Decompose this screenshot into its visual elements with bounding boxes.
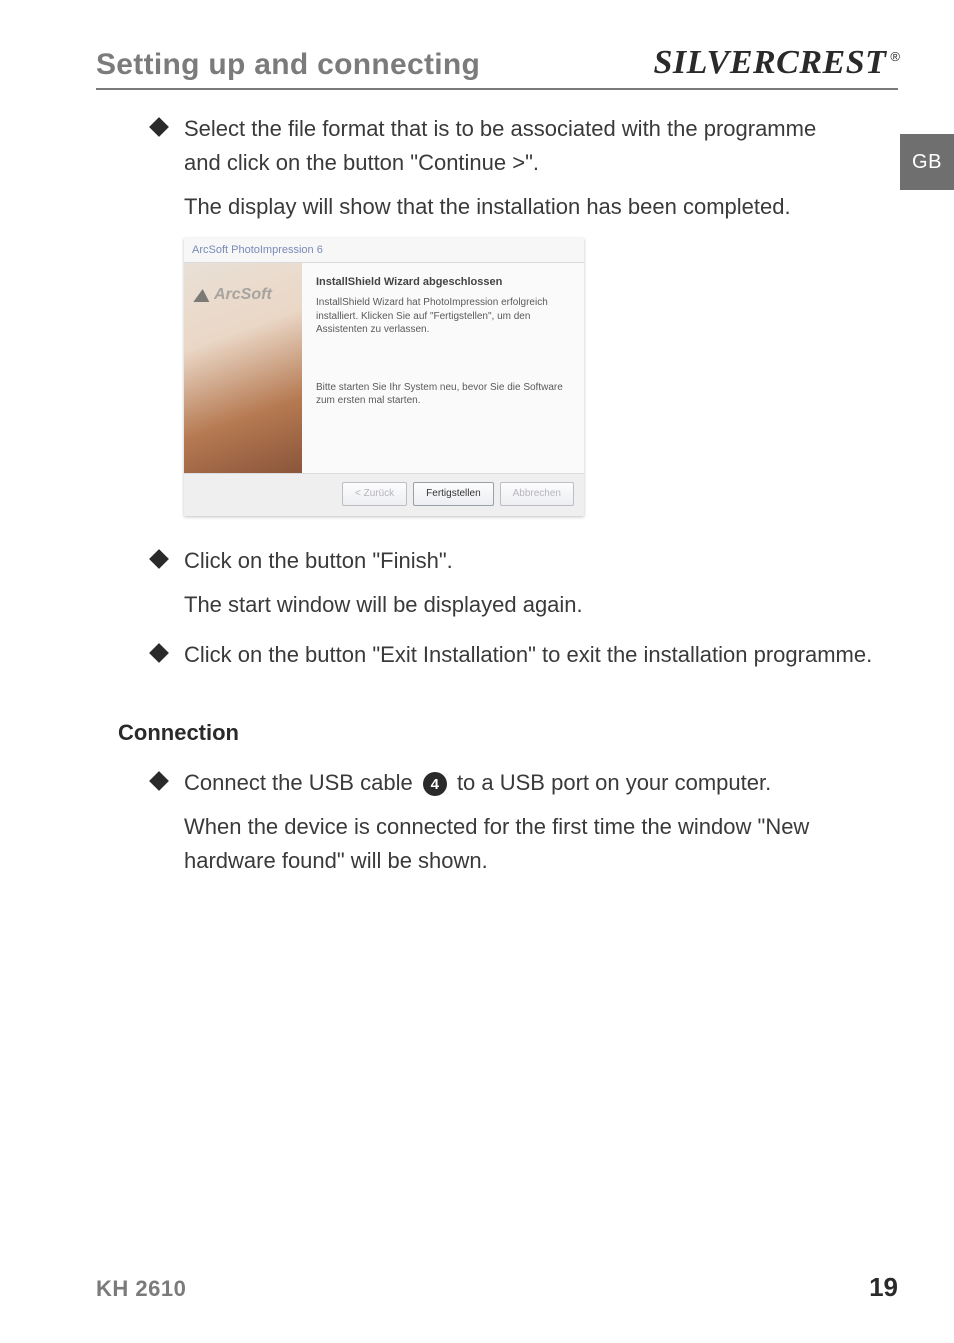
page-header: Setting up and connecting SILVERCREST ® [96,44,898,90]
bullet-item: Connect the USB cable 4 to a USB port on… [96,766,898,800]
followup-text: The display will show that the installat… [96,190,856,224]
followup-text: When the device is connected for the fir… [96,810,856,878]
diamond-bullet-icon [149,771,169,791]
subsection-heading: Connection [96,716,898,750]
text-line: Select the file format that is to be ass… [184,116,816,141]
text-segment: Connect the USB cable [184,770,419,795]
arcsoft-logo-text: ArcSoft [214,283,272,308]
model-number: KH 2610 [96,1276,186,1302]
bullet-item: Click on the button "Exit Installation" … [96,638,898,672]
bullet-text: Click on the button "Exit Installation" … [184,638,872,672]
finish-button[interactable]: Fertigstellen [413,482,493,506]
brand-logo: SILVERCREST ® [654,44,899,82]
window-main: InstallShield Wizard abgeschlossen Insta… [302,263,584,473]
page-number: 19 [869,1272,898,1303]
content-body: Select the file format that is to be ass… [96,112,898,878]
bullet-text: Connect the USB cable 4 to a USB port on… [184,766,771,800]
installer-paragraph: Bitte starten Sie Ihr System neu, bevor … [316,381,570,408]
arcsoft-logo: ArcSoft [194,283,272,308]
page-footer: KH 2610 19 [96,1272,898,1303]
callout-number-badge: 4 [423,772,447,796]
bullet-item: Click on the button "Finish". [96,544,898,578]
window-titlebar: ArcSoft PhotoImpression 6 [184,238,584,263]
brand-registered-mark: ® [890,49,900,64]
followup-text: The start window will be displayed again… [96,588,856,622]
back-button[interactable]: < Zurück [342,482,407,506]
window-body: ArcSoft InstallShield Wizard abgeschloss… [184,263,584,473]
window-button-row: < Zurück Fertigstellen Abbrechen [184,473,584,516]
brand-name: SILVERCREST [654,44,887,82]
cancel-button[interactable]: Abbrechen [500,482,574,506]
screenshot-figure: ArcSoft PhotoImpression 6 ArcSoft Instal… [96,238,898,516]
text-segment: to a USB port on your computer. [457,770,771,795]
window-sidebar-image: ArcSoft [184,263,302,473]
text-line: and click on the button "Continue >". [184,150,539,175]
diamond-bullet-icon [149,549,169,569]
page: GB Setting up and connecting SILVERCREST… [0,0,954,1343]
text-line: When the device is connected for the fir… [184,814,809,839]
text-line: hardware found" will be shown. [184,848,488,873]
triangle-icon [193,289,210,302]
bullet-text: Click on the button "Finish". [184,544,453,578]
bullet-item: Select the file format that is to be ass… [96,112,898,180]
language-tab: GB [900,134,954,190]
installer-paragraph: InstallShield Wizard hat PhotoImpression… [316,296,570,337]
section-heading: Setting up and connecting [96,48,480,82]
installer-window: ArcSoft PhotoImpression 6 ArcSoft Instal… [184,238,584,516]
diamond-bullet-icon [149,117,169,137]
installer-heading: InstallShield Wizard abgeschlossen [316,275,570,290]
bullet-text: Select the file format that is to be ass… [184,112,816,180]
diamond-bullet-icon [149,643,169,663]
